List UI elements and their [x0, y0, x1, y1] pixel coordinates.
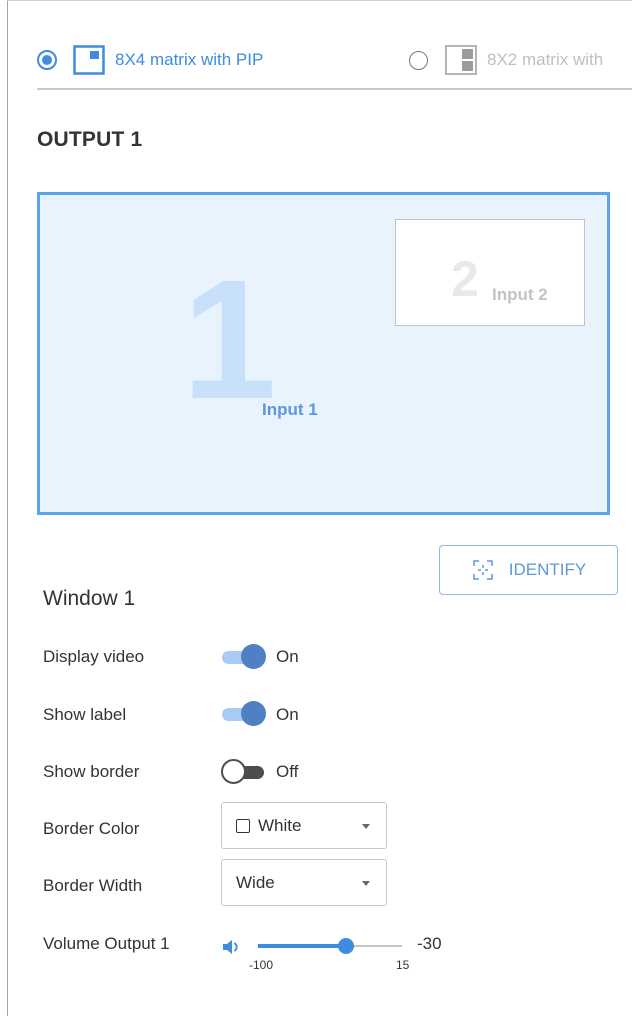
border-color-select[interactable]: White [221, 802, 387, 849]
speaker-icon[interactable] [221, 937, 245, 957]
volume-slider[interactable] [258, 934, 404, 960]
border-color-value-wrap: White [236, 816, 301, 836]
slider-thumb[interactable] [338, 938, 354, 954]
show-border-state: Off [276, 762, 299, 781]
layout-option-pip[interactable]: 8X4 matrix with PIP [37, 44, 263, 76]
radio-selected-icon[interactable] [37, 50, 57, 70]
border-color-label: Border Color [43, 819, 140, 838]
volume-min-tick: -100 [249, 958, 274, 972]
panel-top-border [7, 0, 632, 1]
color-swatch-icon [236, 819, 250, 833]
identify-label: IDENTIFY [508, 560, 587, 579]
volume-max-tick: 15 [396, 958, 410, 972]
radio-unselected-icon[interactable] [409, 50, 428, 70]
show-border-label: Show border [43, 762, 140, 781]
chevron-down-icon [362, 881, 370, 886]
output-title: OUTPUT 1 [37, 128, 143, 151]
show-border-toggle[interactable] [221, 759, 267, 785]
pip-layout-icon [73, 45, 105, 75]
border-width-label: Border Width [43, 876, 143, 895]
divider [37, 88, 632, 90]
output-preview[interactable]: 1 Input 1 2 Input 2 [37, 192, 610, 515]
identify-target-icon [471, 558, 495, 582]
toggle-knob [241, 701, 266, 726]
toggle-knob [221, 759, 246, 784]
border-width-select[interactable]: Wide [221, 859, 387, 906]
show-label-toggle[interactable] [221, 701, 267, 727]
show-label-state: On [276, 705, 299, 724]
window-1-label: Input 1 [262, 400, 318, 419]
display-video-label: Display video [43, 647, 145, 666]
border-color-value: White [258, 816, 302, 835]
volume-label: Volume Output 1 [43, 934, 170, 953]
pip-window-2[interactable]: 2 Input 2 [395, 219, 585, 326]
panel-left-border [7, 0, 8, 1016]
identify-button[interactable]: IDENTIFY [439, 545, 618, 595]
split-layout-icon [445, 45, 477, 75]
chevron-down-icon [362, 824, 370, 829]
toggle-knob [241, 644, 266, 669]
window-title: Window 1 [43, 587, 136, 610]
window-2-label: Input 2 [492, 285, 548, 304]
border-width-value: Wide [236, 873, 275, 892]
window-2-number: 2 [451, 251, 479, 307]
layout-option-label: 8X2 matrix with [487, 50, 604, 69]
border-width-value-wrap: Wide [236, 873, 275, 893]
layout-option-split[interactable]: 8X2 matrix with [409, 44, 603, 76]
display-video-state: On [276, 647, 299, 666]
volume-value: -30 [417, 934, 442, 953]
show-label-label: Show label [43, 705, 127, 724]
display-video-toggle[interactable] [221, 644, 267, 670]
slider-fill [258, 944, 346, 948]
layout-option-label: 8X4 matrix with PIP [115, 50, 264, 69]
